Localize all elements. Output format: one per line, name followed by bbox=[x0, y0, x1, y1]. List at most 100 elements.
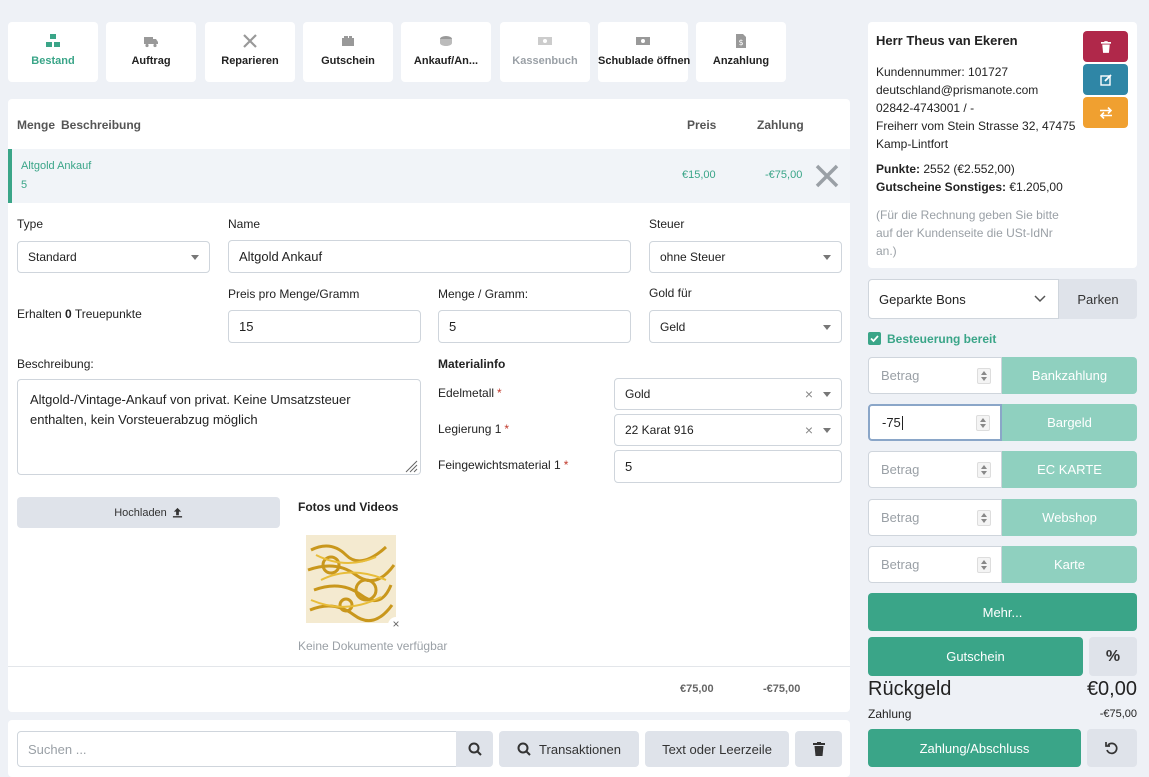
loyalty-info: Erhalten 0 Treuepunkte bbox=[17, 307, 142, 321]
upload-button[interactable]: Hochladen bbox=[17, 497, 280, 528]
chevron-down-icon bbox=[1034, 295, 1046, 303]
card-payment-button[interactable]: Karte bbox=[1002, 546, 1137, 583]
tile-label: Kassenbuch bbox=[512, 55, 578, 67]
tile-bestand[interactable]: Bestand bbox=[8, 22, 98, 82]
amount-value: -75 bbox=[882, 415, 901, 430]
legierung-label: Legierung 1 * bbox=[438, 422, 510, 436]
tile-label: Reparieren bbox=[221, 55, 279, 67]
stepper-icon[interactable] bbox=[977, 509, 991, 526]
edelmetall-label: Edelmetall * bbox=[438, 386, 502, 400]
amount-input-webshop[interactable]: Betrag bbox=[868, 499, 1002, 536]
table-row[interactable]: Altgold Ankauf 5 €15,00 -€75,00 bbox=[8, 149, 850, 203]
text-line-button[interactable]: Text oder Leerzeile bbox=[645, 731, 789, 767]
webshop-payment-button[interactable]: Webshop bbox=[1002, 499, 1137, 536]
tax-ready-checkbox[interactable] bbox=[868, 332, 881, 345]
delete-customer-button[interactable] bbox=[1083, 31, 1128, 62]
tile-label: Ankauf/An... bbox=[413, 55, 479, 67]
undo-icon bbox=[1105, 742, 1118, 755]
truck-icon bbox=[144, 37, 158, 48]
checkout-button[interactable]: Zahlung/Abschluss bbox=[868, 729, 1081, 767]
gold-jewelry-thumbnail[interactable] bbox=[306, 535, 396, 623]
tile-ankauf[interactable]: Ankauf/An... bbox=[401, 22, 491, 82]
type-select[interactable]: Standard bbox=[17, 241, 210, 273]
tile-label: Auftrag bbox=[131, 55, 171, 67]
tile-kassenbuch[interactable]: Kassenbuch bbox=[500, 22, 590, 82]
customer-phone: 02842-4743001 / - bbox=[876, 101, 975, 115]
clear-icon[interactable]: × bbox=[805, 422, 813, 438]
stepper-icon[interactable] bbox=[977, 367, 991, 384]
amount-input-bank[interactable]: Betrag bbox=[868, 357, 1002, 394]
change-value: €0,00 bbox=[1086, 678, 1137, 700]
name-input[interactable]: Altgold Ankauf bbox=[228, 240, 631, 273]
tax-ready-label: Besteuerung bereit bbox=[887, 332, 997, 346]
stepper-icon[interactable] bbox=[977, 461, 991, 478]
search-button[interactable] bbox=[456, 731, 493, 767]
price-input[interactable]: 15 bbox=[228, 310, 421, 343]
tax-select[interactable]: ohne Steuer bbox=[649, 241, 842, 273]
svg-text:$: $ bbox=[738, 38, 743, 47]
ec-card-payment-button[interactable]: EC KARTE bbox=[1002, 451, 1137, 488]
coins-icon bbox=[440, 36, 452, 46]
edelmetall-select[interactable]: Gold × bbox=[614, 378, 842, 410]
points-label: Punkte: bbox=[876, 162, 921, 176]
legierung-select[interactable]: 22 Karat 916 × bbox=[614, 414, 842, 446]
tile-gutschein[interactable]: Gutschein bbox=[303, 22, 393, 82]
delete-button[interactable] bbox=[795, 731, 842, 767]
voucher-button[interactable]: Gutschein bbox=[868, 637, 1083, 676]
customer-note: (Für die Rechnung geben Sie bitte auf de… bbox=[876, 208, 1059, 258]
parked-select[interactable]: Geparkte Bons bbox=[868, 279, 1059, 319]
voucher-icon bbox=[342, 36, 354, 46]
bank-payment-button[interactable]: Bankzahlung bbox=[1002, 357, 1137, 394]
payment-label: Zahlung bbox=[868, 707, 912, 721]
stepper-icon[interactable] bbox=[976, 414, 990, 431]
vouchers-label: Gutscheine Sonstiges: bbox=[876, 180, 1007, 194]
amount-placeholder: Betrag bbox=[881, 462, 920, 477]
type-label: Type bbox=[17, 217, 44, 231]
tile-anzahlung[interactable]: $ Anzahlung bbox=[696, 22, 786, 82]
clear-icon[interactable]: × bbox=[805, 386, 813, 402]
edelmetall-label-text: Edelmetall bbox=[438, 386, 495, 400]
row-price: €15,00 bbox=[682, 169, 716, 181]
resize-handle-icon[interactable] bbox=[404, 459, 418, 473]
desc-label: Beschreibung: bbox=[17, 357, 94, 371]
no-docs-text: Keine Dokumente verfügbar bbox=[298, 639, 448, 653]
chevron-down-icon bbox=[823, 324, 831, 330]
customer-street: Freiherr vom Stein Strasse 32, 47475 bbox=[876, 119, 1076, 133]
search-input[interactable]: Suchen ... bbox=[17, 731, 457, 767]
stepper-icon[interactable] bbox=[977, 556, 991, 573]
divider bbox=[8, 666, 850, 667]
material-title: Materialinfo bbox=[438, 357, 506, 371]
switch-customer-button[interactable] bbox=[1083, 97, 1128, 128]
amount-input-cash[interactable]: -75 bbox=[868, 404, 1002, 441]
more-button[interactable]: Mehr... bbox=[868, 593, 1137, 631]
gold-select-value: Geld bbox=[660, 319, 686, 334]
loyalty-points: 0 bbox=[65, 307, 72, 321]
amount-input-card[interactable]: Betrag bbox=[868, 546, 1002, 583]
remove-photo-icon[interactable]: × bbox=[388, 617, 404, 633]
customer-details: Kundennummer: 101727 deutschland@prisman… bbox=[876, 63, 1081, 153]
edit-icon bbox=[1099, 73, 1112, 86]
swap-icon bbox=[1099, 106, 1112, 119]
upload-icon bbox=[172, 507, 182, 518]
undo-button[interactable] bbox=[1087, 729, 1137, 767]
payment-value: -€75,00 bbox=[1099, 708, 1137, 720]
qty-input[interactable]: 5 bbox=[438, 310, 631, 343]
text-cursor bbox=[901, 415, 903, 430]
tile-label: Gutschein bbox=[321, 55, 375, 67]
amount-input-ec[interactable]: Betrag bbox=[868, 451, 1002, 488]
discount-button[interactable]: % bbox=[1089, 637, 1137, 676]
customer-email: deutschland@prismanote.com bbox=[876, 83, 1039, 97]
edit-customer-button[interactable] bbox=[1083, 64, 1128, 95]
gold-select[interactable]: Geld bbox=[649, 310, 842, 343]
gold-label: Gold für bbox=[649, 286, 692, 300]
close-icon[interactable] bbox=[814, 163, 840, 189]
chevron-down-icon bbox=[191, 255, 199, 260]
feingewicht-input[interactable]: 5 bbox=[614, 450, 842, 483]
transactions-button[interactable]: Transaktionen bbox=[499, 731, 639, 767]
desc-textarea[interactable]: Altgold-/Vintage-Ankauf von privat. Kein… bbox=[17, 379, 421, 475]
park-button[interactable]: Parken bbox=[1059, 279, 1137, 319]
tile-auftrag[interactable]: Auftrag bbox=[106, 22, 196, 82]
tile-reparieren[interactable]: Reparieren bbox=[205, 22, 295, 82]
tile-schublade[interactable]: Schublade öffnen bbox=[598, 22, 690, 82]
cash-payment-button[interactable]: Bargeld bbox=[1002, 404, 1137, 441]
